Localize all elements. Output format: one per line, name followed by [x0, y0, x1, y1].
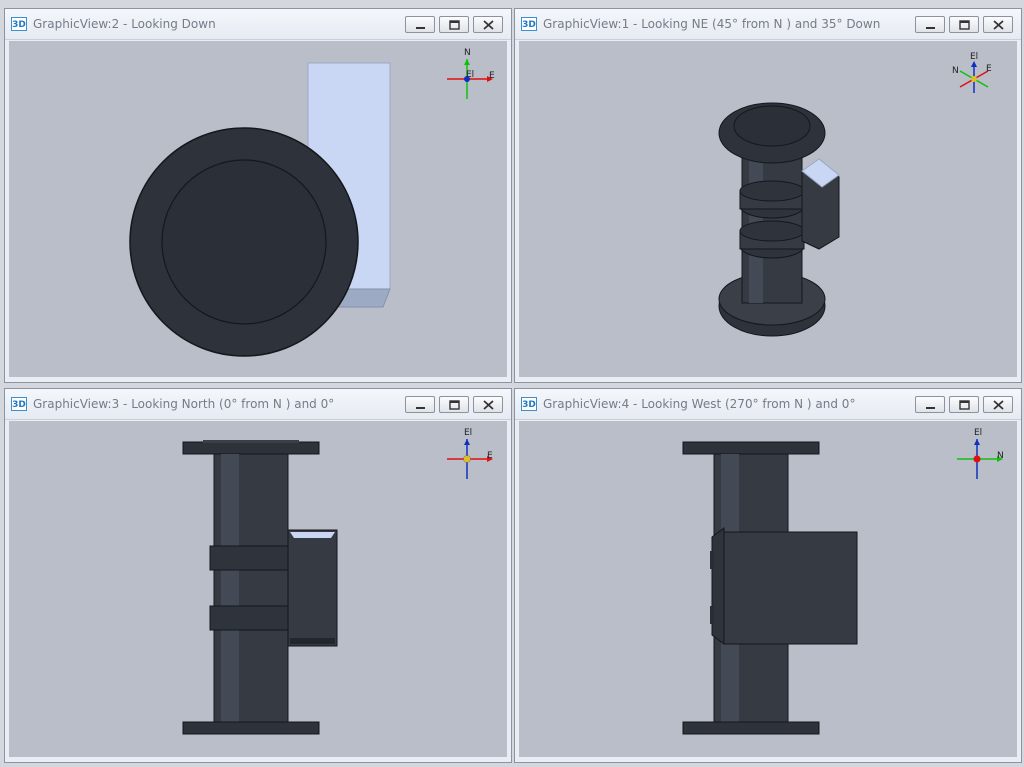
flange-top — [182, 441, 320, 455]
compass-up-label: El — [464, 428, 472, 438]
compass-right-label: E — [487, 451, 493, 461]
graphic-view-2-titlebar[interactable]: 3D GraphicView:2 - Looking Down — [5, 9, 511, 40]
3d-view-icon: 3D — [521, 397, 537, 411]
minimize-button[interactable] — [915, 396, 945, 413]
graphic-viewport[interactable]: El N — [519, 421, 1017, 757]
restore-icon — [449, 400, 460, 410]
graphic-view-1-pane: 3D GraphicView:1 - Looking NE (45° from … — [514, 8, 1022, 383]
view-title: GraphicView:1 - Looking NE (45° from N )… — [543, 17, 881, 31]
restore-button[interactable] — [949, 16, 979, 33]
orientation-compass: El N E — [952, 52, 992, 93]
minimize-button[interactable] — [405, 396, 435, 413]
restore-button[interactable] — [439, 16, 469, 33]
close-icon — [993, 400, 1004, 410]
restore-button[interactable] — [439, 396, 469, 413]
close-button[interactable] — [473, 16, 503, 33]
graphic-view-2-pane: 3D GraphicView:2 - Looking Down N E El — [4, 8, 512, 383]
close-button[interactable] — [983, 16, 1013, 33]
graphic-view-4-titlebar[interactable]: 3D GraphicView:4 - Looking West (270° fr… — [515, 389, 1021, 420]
close-button[interactable] — [473, 396, 503, 413]
ring-upper — [209, 545, 293, 571]
close-icon — [483, 20, 494, 30]
restore-icon — [959, 400, 970, 410]
view-title: GraphicView:2 - Looking Down — [33, 17, 216, 31]
close-icon — [483, 400, 494, 410]
graphic-viewport[interactable]: N E El — [9, 41, 507, 377]
view-title: GraphicView:3 - Looking North (0° from N… — [33, 397, 335, 411]
minimize-button[interactable] — [915, 16, 945, 33]
scene-canvas[interactable]: El N E — [519, 41, 1019, 379]
orientation-compass: El E — [447, 428, 493, 479]
minimize-icon — [416, 27, 425, 29]
scene-canvas[interactable]: N E El — [9, 41, 509, 379]
graphic-view-1-titlebar[interactable]: 3D GraphicView:1 - Looking NE (45° from … — [515, 9, 1021, 40]
compass-left-label: N — [952, 66, 959, 76]
compass-up-label: N — [464, 48, 471, 58]
minimize-icon — [926, 407, 935, 409]
flange-top — [682, 441, 820, 455]
graphic-view-3-titlebar[interactable]: 3D GraphicView:3 - Looking North (0° fro… — [5, 389, 511, 420]
graphic-view-3-pane: 3D GraphicView:3 - Looking North (0° fro… — [4, 388, 512, 763]
minimize-icon — [926, 27, 935, 29]
compass-right-label: E — [986, 64, 992, 74]
flange-bottom — [182, 721, 320, 735]
minimize-icon — [416, 407, 425, 409]
compass-right-label: N — [997, 451, 1004, 461]
view-title: GraphicView:4 - Looking West (270° from … — [543, 397, 856, 411]
close-button[interactable] — [983, 396, 1013, 413]
flange-bottom — [682, 721, 820, 735]
close-icon — [993, 20, 1004, 30]
ring-lower — [209, 605, 293, 631]
graphic-viewport[interactable]: El N E — [519, 41, 1017, 377]
compass-up-label: El — [974, 428, 982, 438]
3d-view-icon: 3D — [11, 397, 27, 411]
graphic-view-4-pane: 3D GraphicView:4 - Looking West (270° fr… — [514, 388, 1022, 763]
graphic-viewport[interactable]: El E — [9, 421, 507, 757]
minimize-button[interactable] — [405, 16, 435, 33]
scene-canvas[interactable]: El N — [519, 421, 1019, 759]
orientation-compass: N E El — [447, 48, 495, 99]
pipe-bore — [733, 105, 811, 147]
nozzle-box — [287, 529, 338, 647]
orientation-compass: El N — [957, 428, 1004, 479]
compass-center-label: El — [466, 70, 474, 80]
nozzle-box — [723, 531, 858, 645]
pipe-bore — [161, 159, 327, 325]
restore-icon — [449, 20, 460, 30]
restore-button[interactable] — [949, 396, 979, 413]
compass-up-label: El — [970, 52, 978, 62]
scene-canvas[interactable]: El E — [9, 421, 509, 759]
3d-view-icon: 3D — [521, 17, 537, 31]
3d-view-icon: 3D — [11, 17, 27, 31]
compass-right-label: E — [489, 71, 495, 81]
nozzle-flange — [711, 527, 725, 645]
restore-icon — [959, 20, 970, 30]
